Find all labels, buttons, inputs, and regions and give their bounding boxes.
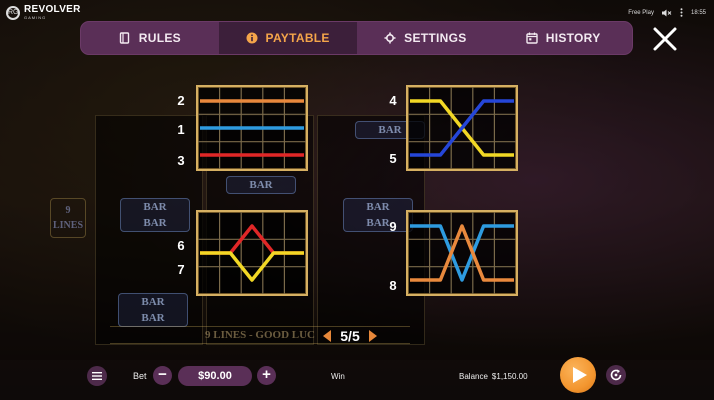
line-number: 9 <box>389 219 397 234</box>
page-number: 5/5 <box>340 328 360 344</box>
status-bar: Free Play 18:55 <box>628 8 706 17</box>
line-number: 6 <box>177 238 185 253</box>
payline-grid <box>198 87 306 169</box>
balance-display: Balance $1,150.00 <box>459 372 528 381</box>
tab-history[interactable]: HISTORY <box>494 22 632 54</box>
bar-symbol: BAR BAR <box>120 198 190 232</box>
autoplay-icon <box>610 369 622 381</box>
prev-page-arrow-icon[interactable] <box>323 330 331 342</box>
line-number: 1 <box>177 122 185 137</box>
bet-decrease-button[interactable]: − <box>153 366 172 385</box>
payline-9 <box>410 224 514 282</box>
revolver-mark-icon: RG <box>6 5 20 20</box>
menu-dots-icon[interactable] <box>680 8 683 17</box>
menu-button[interactable] <box>87 366 107 386</box>
play-icon <box>573 367 587 383</box>
close-icon[interactable] <box>652 26 678 52</box>
line-number: 5 <box>389 151 397 166</box>
tab-rules-label: RULES <box>138 31 181 45</box>
info-tabs: RULES PAYTABLE SETTINGS HISTORY <box>80 21 633 55</box>
balance-value: $1,150.00 <box>491 372 528 381</box>
tab-paytable[interactable]: PAYTABLE <box>218 22 357 54</box>
tab-settings-label: SETTINGS <box>404 31 467 45</box>
tab-paytable-label: PAYTABLE <box>265 31 330 45</box>
mute-icon[interactable] <box>661 9 672 17</box>
next-page-arrow-icon[interactable] <box>369 330 377 342</box>
line-number: 7 <box>177 262 185 277</box>
autoplay-button[interactable] <box>606 365 626 385</box>
tab-history-label: HISTORY <box>545 31 601 45</box>
payline-panel-1-2-3 <box>196 85 308 171</box>
bar-symbol: BAR <box>226 176 296 194</box>
payline-5 <box>410 99 514 157</box>
payline-grid <box>408 212 516 294</box>
line-number: 8 <box>389 278 397 293</box>
tab-settings[interactable]: SETTINGS <box>357 22 495 54</box>
lines-badge: 9 LINES <box>50 198 86 238</box>
hamburger-icon <box>92 372 102 380</box>
page-indicator: 5/5 <box>323 328 377 344</box>
payline-panel-8-9 <box>406 210 518 296</box>
payline-grid <box>408 87 516 169</box>
balance-label: Balance <box>459 372 488 381</box>
line-number: 4 <box>389 93 397 108</box>
bet-increase-button[interactable]: + <box>257 366 276 385</box>
line-number: 3 <box>177 153 185 168</box>
line-number: 2 <box>177 93 185 108</box>
bet-label: Bet <box>133 371 147 381</box>
mode-label: Free Play <box>628 9 654 16</box>
revolver-logo: RG REVOLVER GAMING <box>6 5 81 20</box>
tab-rules[interactable]: RULES <box>81 22 219 54</box>
win-label: Win <box>331 372 345 381</box>
clock: 18:55 <box>690 9 706 16</box>
calendar-icon <box>526 32 538 44</box>
brand-sub: GAMING <box>24 15 47 20</box>
info-icon <box>246 32 258 44</box>
payline-panel-4-5 <box>406 85 518 171</box>
payline-8 <box>410 224 514 282</box>
bar-symbol: BAR BAR <box>118 293 188 327</box>
brand-name: REVOLVER <box>24 4 81 15</box>
spin-button[interactable] <box>560 357 596 393</box>
bar-symbol: BAR BAR <box>343 198 413 232</box>
book-icon <box>119 32 129 44</box>
gear-icon <box>384 32 396 44</box>
bet-value: $90.00 <box>178 366 252 386</box>
payline-grid <box>198 212 306 294</box>
payline-panel-6-7 <box>196 210 308 296</box>
